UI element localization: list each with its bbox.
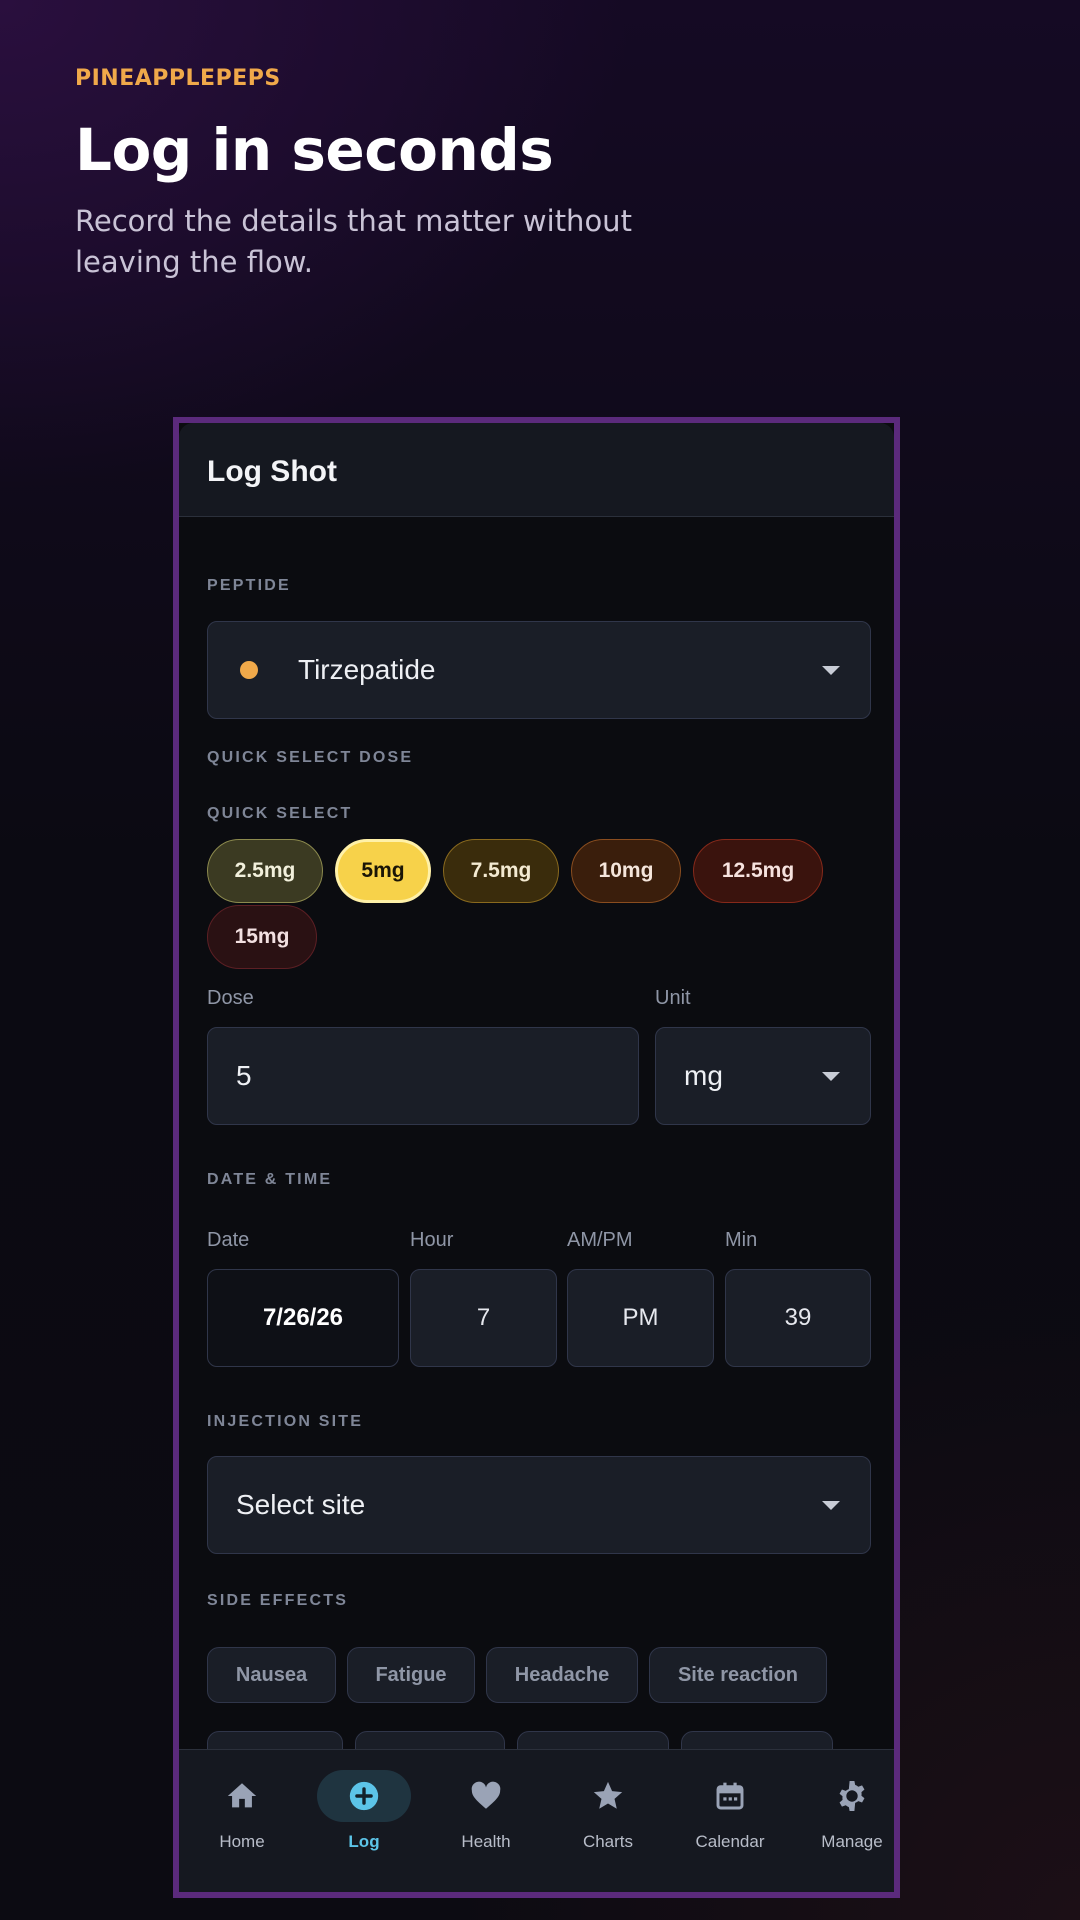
dose-chip-12-5mg[interactable]: 12.5mg xyxy=(693,839,823,903)
headline: Log in seconds xyxy=(75,116,554,184)
peptide-section-label: PEPTIDE xyxy=(207,577,291,594)
dose-chip-15mg[interactable]: 15mg xyxy=(207,905,317,969)
home-icon xyxy=(227,1783,257,1808)
chevron-down-icon xyxy=(822,1072,840,1081)
nav-charts-label: Charts xyxy=(582,1832,634,1851)
date-field[interactable]: 7/26/26 xyxy=(207,1269,399,1367)
dose-input-value: 5 xyxy=(236,1060,252,1091)
side-effect-tag-nausea[interactable]: Nausea xyxy=(207,1647,336,1703)
heart-icon xyxy=(471,1781,501,1809)
minute-field[interactable]: 39 xyxy=(725,1269,871,1367)
datetime-section-label: DATE & TIME xyxy=(207,1171,333,1188)
side-effect-tag-appetite-2[interactable]: Appetite xyxy=(681,1731,833,1750)
chevron-down-icon xyxy=(822,666,840,675)
dose-label: Dose xyxy=(207,987,254,1009)
log-form[interactable]: PEPTIDE Tirzepatide QUICK SELECT DOSE QU… xyxy=(179,517,894,1750)
dose-chip-5mg[interactable]: 5mg xyxy=(335,839,431,903)
nav-calendar[interactable]: Calendar xyxy=(675,1770,785,1852)
add-circle-icon xyxy=(349,1781,379,1811)
subheadline: Record the details that matter without l… xyxy=(75,203,632,279)
phone-screen: Log Shot PEPTIDE Tirzepatide QUICK SELEC… xyxy=(173,417,900,1898)
hero-section: PINEAPPLEPEPS Log in seconds Record the … xyxy=(75,66,775,283)
nav-manage-label: Manage xyxy=(821,1832,883,1851)
dose-input[interactable]: 5 xyxy=(207,1027,639,1125)
side-effect-tag-site-reaction[interactable]: Site reaction xyxy=(649,1647,827,1703)
unit-label: Unit xyxy=(655,987,691,1009)
side-effect-tag-fatigue[interactable]: Fatigue xyxy=(347,1647,475,1703)
nav-manage[interactable]: Manage xyxy=(797,1770,894,1852)
dose-chip-7-5mg[interactable]: 7.5mg xyxy=(443,839,559,903)
nav-home[interactable]: Home xyxy=(187,1770,297,1852)
min-label: Min xyxy=(725,1229,758,1251)
nav-calendar-label: Calendar xyxy=(695,1832,765,1851)
unit-select[interactable]: mg xyxy=(655,1027,871,1125)
quick-select-label: QUICK SELECT xyxy=(207,805,353,822)
side-effects-section-label: SIDE EFFECTS xyxy=(207,1592,349,1609)
side-effect-tag-headache[interactable]: Headache xyxy=(486,1647,638,1703)
nav-home-label: Home xyxy=(219,1832,265,1851)
peptide-color-dot xyxy=(240,661,258,679)
nav-health[interactable]: Health xyxy=(431,1770,541,1852)
side-effect-tag-dizziness[interactable]: Dizziness xyxy=(355,1731,505,1750)
injection-site-select[interactable]: Select site xyxy=(207,1456,871,1554)
app-bar: Log Shot xyxy=(179,423,894,517)
star-icon xyxy=(593,1781,623,1809)
side-effect-tag-appetite[interactable]: Appetite xyxy=(517,1731,669,1750)
ampm-label: AM/PM xyxy=(567,1229,633,1251)
bottom-nav: Home Log Health Charts Calendar Manage xyxy=(179,1749,894,1892)
calendar-icon xyxy=(716,1782,744,1810)
ampm-field[interactable]: PM xyxy=(567,1269,714,1367)
nav-log[interactable]: Log xyxy=(309,1770,419,1852)
screen-title: Log Shot xyxy=(207,455,337,488)
date-label: Date xyxy=(207,1229,250,1251)
dose-chip-10mg[interactable]: 10mg xyxy=(571,839,681,903)
peptide-selected-value: Tirzepatide xyxy=(298,654,436,685)
brand-name: PINEAPPLEPEPS xyxy=(75,66,281,91)
peptide-select[interactable]: Tirzepatide xyxy=(207,621,871,719)
injection-site-placeholder: Select site xyxy=(236,1489,366,1520)
hour-label: Hour xyxy=(410,1229,454,1251)
chevron-down-icon xyxy=(822,1501,840,1510)
injection-site-section-label: INJECTION SITE xyxy=(207,1413,364,1430)
quick-dose-section-label: QUICK SELECT DOSE xyxy=(207,749,414,766)
nav-health-label: Health xyxy=(461,1832,511,1851)
nav-charts[interactable]: Charts xyxy=(553,1770,663,1852)
nav-log-label: Log xyxy=(348,1832,380,1851)
hour-field[interactable]: 7 xyxy=(410,1269,557,1367)
side-effect-tag-flushing[interactable]: Flushing xyxy=(207,1731,343,1750)
gear-icon xyxy=(839,1781,865,1811)
dose-chip-2-5mg[interactable]: 2.5mg xyxy=(207,839,323,903)
unit-selected-value: mg xyxy=(684,1060,723,1091)
nav-active-indicator xyxy=(317,1770,411,1822)
